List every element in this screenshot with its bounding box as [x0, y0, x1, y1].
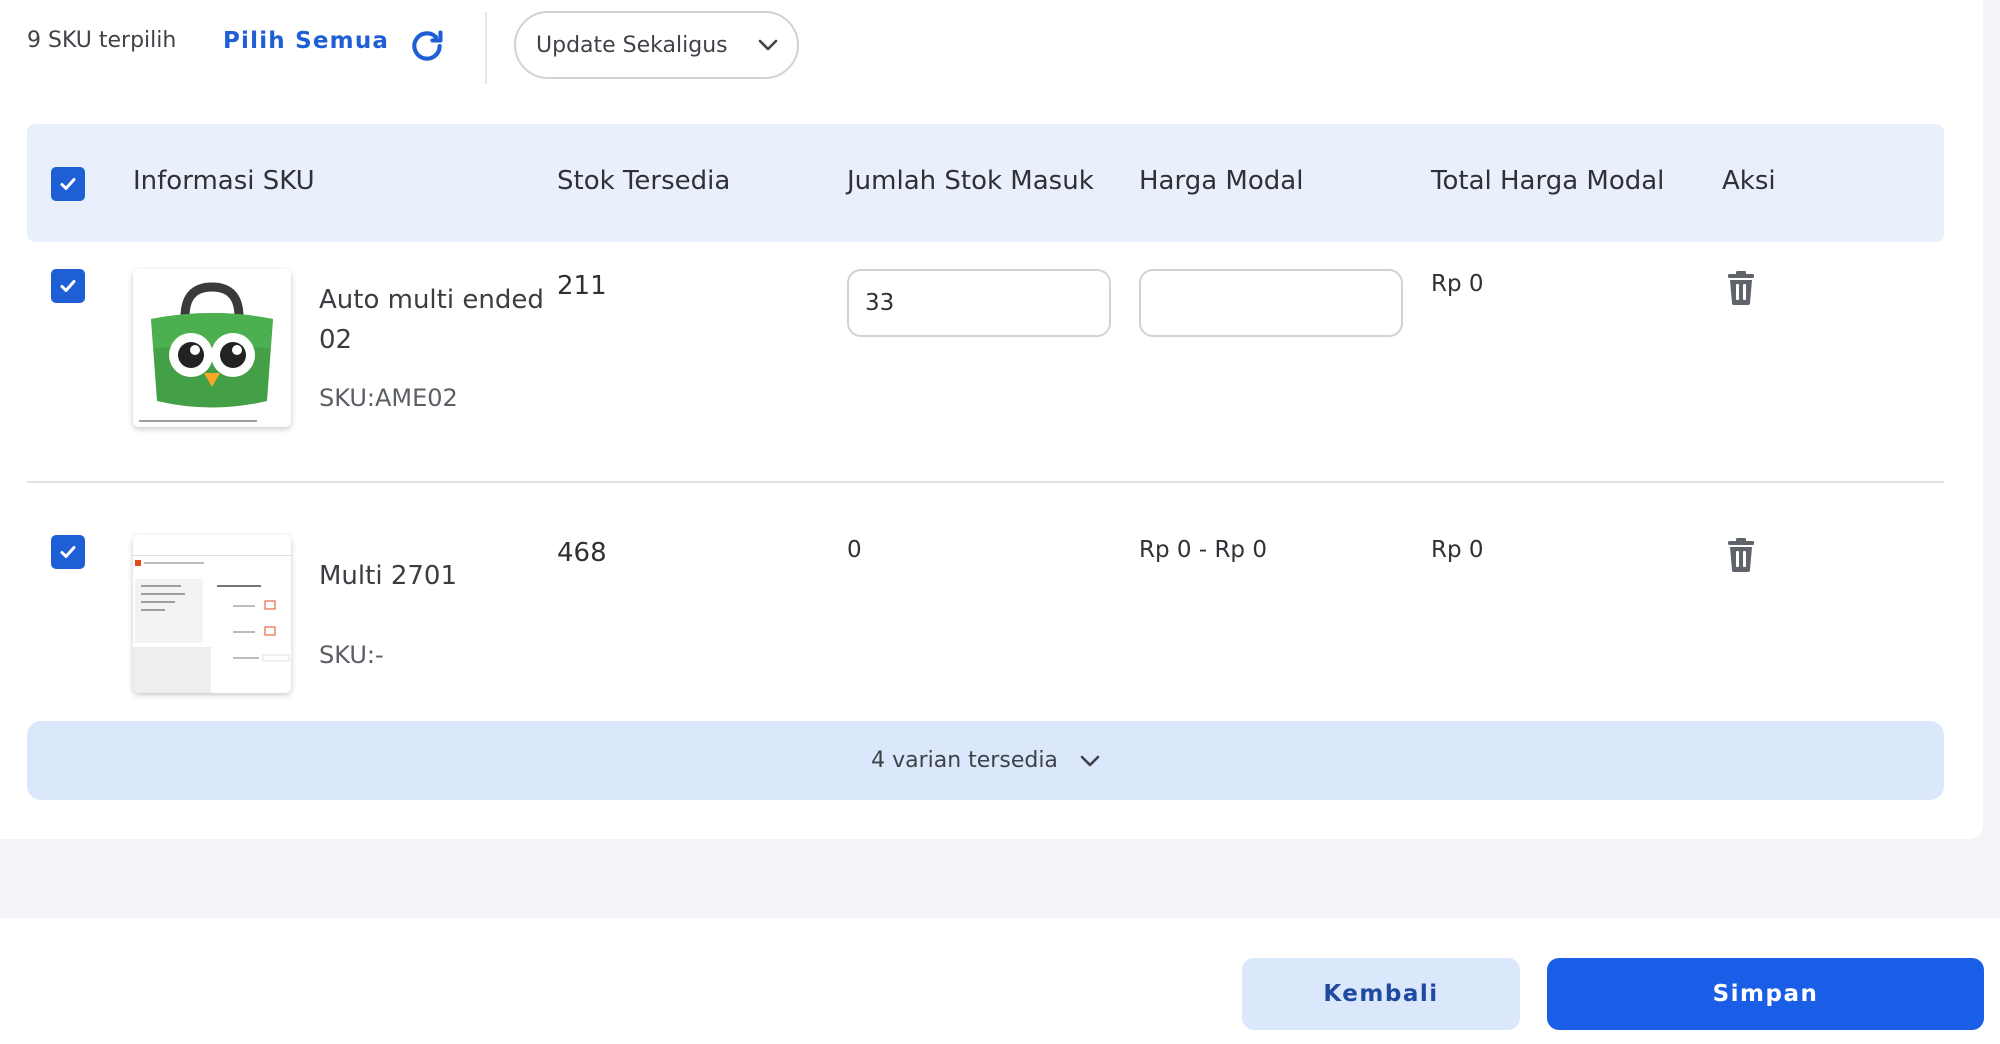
product-name: Auto multi ended	[319, 285, 544, 315]
product-image	[133, 535, 291, 693]
chevron-down-icon	[758, 39, 777, 51]
product-name: Multi 2701	[319, 561, 457, 591]
check-icon	[60, 546, 76, 558]
variants-label: 4 varian tersedia	[871, 748, 1058, 773]
product-sku: SKU:AME02	[319, 384, 458, 412]
available-stock: 468	[557, 538, 607, 568]
product-image	[133, 269, 291, 427]
selection-toolbar: 9 SKU terpilih Pilih Semua Update Sekali…	[0, 0, 1983, 100]
table-header: Informasi SKU Stok Tersedia Jumlah Stok …	[27, 124, 1944, 242]
back-button[interactable]: Kembali	[1242, 958, 1520, 1030]
main-card: 9 SKU terpilih Pilih Semua Update Sekali…	[0, 0, 1983, 839]
incoming-qty-input[interactable]	[847, 269, 1111, 337]
check-icon	[60, 178, 76, 190]
row-divider	[27, 481, 1944, 483]
selected-count: 9 SKU terpilih	[27, 28, 177, 53]
total-cost: Rp 0	[1431, 537, 1484, 563]
trash-icon[interactable]	[1726, 271, 1756, 305]
cost-price-range: Rp 0 - Rp 0	[1139, 537, 1267, 563]
save-button[interactable]: Simpan	[1547, 958, 1984, 1030]
bulk-update-dropdown[interactable]: Update Sekaligus	[514, 11, 799, 79]
column-header-stock: Stok Tersedia	[557, 166, 731, 196]
row-checkbox[interactable]	[51, 535, 85, 569]
column-header-incoming-qty: Jumlah Stok Masuk	[847, 166, 1094, 196]
footer-bar: Kembali Simpan	[0, 918, 2000, 1044]
variants-expander[interactable]: 4 varian tersedia	[27, 721, 1944, 800]
product-name-line2: 02	[319, 325, 353, 355]
column-header-sku-info: Informasi SKU	[133, 166, 315, 196]
refresh-icon[interactable]	[408, 27, 446, 65]
column-header-cost-price: Harga Modal	[1139, 166, 1304, 196]
column-header-total-cost: Total Harga Modal	[1431, 166, 1665, 196]
incoming-qty: 0	[847, 537, 862, 563]
total-cost: Rp 0	[1431, 271, 1484, 297]
cost-price-input[interactable]	[1139, 269, 1403, 337]
owl-bag-logo	[133, 269, 291, 427]
bulk-update-label: Update Sekaligus	[536, 32, 728, 58]
chevron-down-icon	[1080, 755, 1100, 766]
screenshot-thumbnail	[133, 535, 291, 693]
row-checkbox[interactable]	[51, 269, 85, 303]
column-header-actions: Aksi	[1722, 166, 1776, 196]
product-sku: SKU:-	[319, 641, 384, 669]
check-icon	[60, 280, 76, 292]
select-all-checkbox[interactable]	[51, 167, 85, 201]
toolbar-divider	[485, 12, 487, 84]
scrollbar-track[interactable]	[1984, 0, 2000, 839]
select-all-button[interactable]: Pilih Semua	[223, 28, 389, 54]
trash-icon[interactable]	[1726, 538, 1756, 572]
available-stock: 211	[557, 271, 607, 301]
